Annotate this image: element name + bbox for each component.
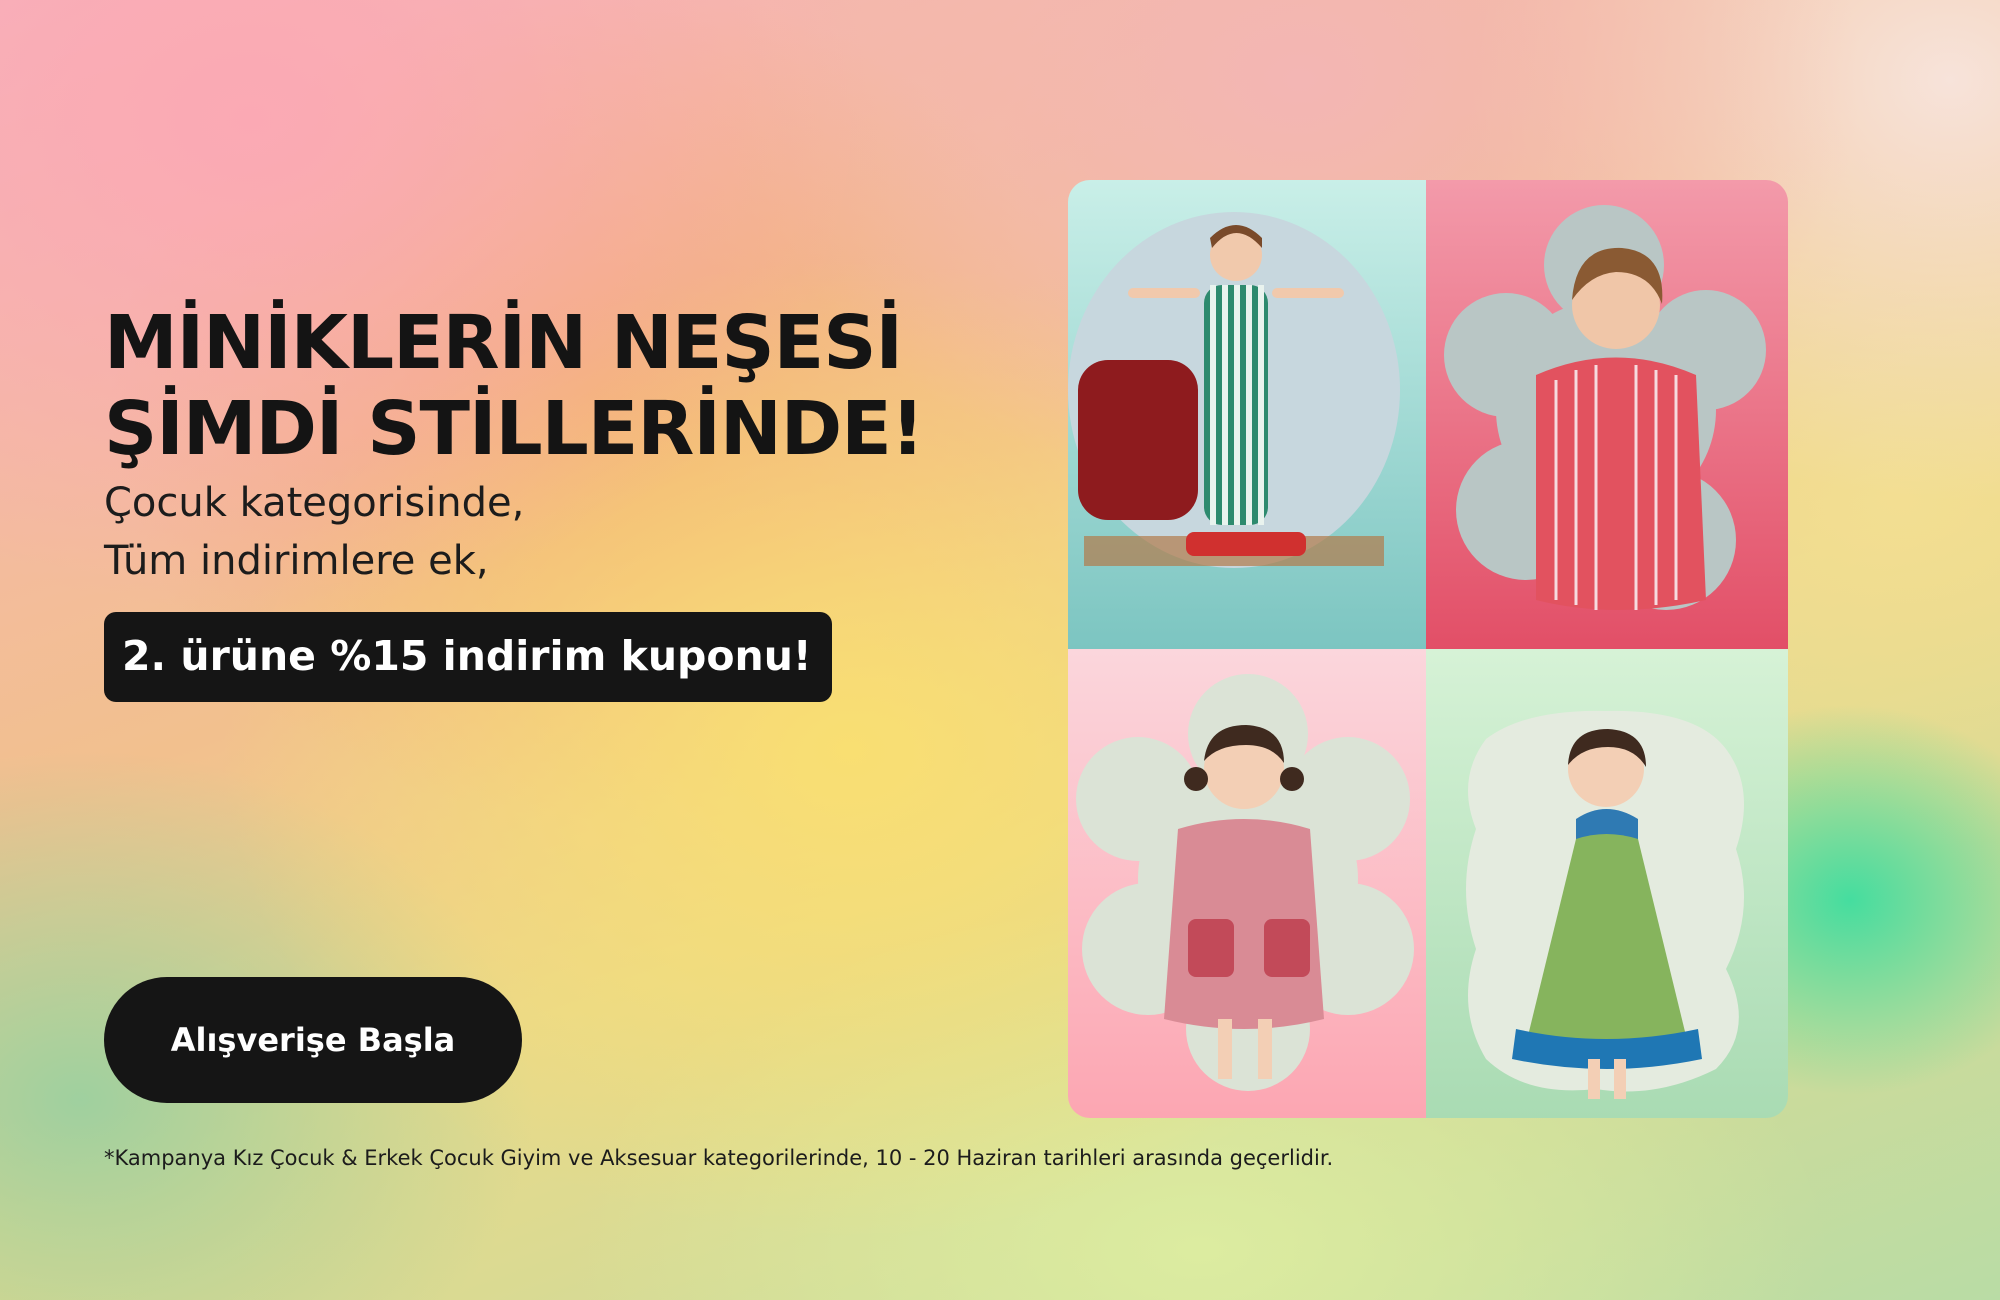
child-green-dress-image [1466,710,1744,1099]
photo-tile-striped-jumpsuit[interactable] [1068,180,1426,649]
subline-1: Çocuk kategorisinde, [104,480,525,526]
coupon-badge: 2. ürüne %15 indirim kuponu! [104,612,832,702]
product-photo-grid[interactable] [1068,180,1788,1118]
child-pink-dress-image [1076,674,1414,1091]
start-shopping-button[interactable]: Alışverişe Başla [104,977,522,1103]
hero-text-block: MİNİKLERİN NEŞESİ ŞİMDİ STİLLERİNDE! Çoc… [104,300,1004,702]
subline-2: Tüm indirimlere ek, [104,538,489,584]
photo-tile-striped-shirt[interactable] [1426,180,1788,649]
photo-tile-green-dress[interactable] [1426,649,1788,1118]
subline: Çocuk kategorisinde, Tüm indirimlere ek, [104,474,1004,590]
photo-tile-pink-dress[interactable] [1068,649,1426,1118]
child-jumpsuit-image [1068,212,1400,568]
headline-line-1: MİNİKLERİN NEŞESİ [104,300,903,386]
campaign-footnote: *Kampanya Kız Çocuk & Erkek Çocuk Giyim … [104,1146,1334,1170]
headline: MİNİKLERİN NEŞESİ ŞİMDİ STİLLERİNDE! [104,300,1004,472]
child-shirt-image [1444,205,1766,610]
headline-line-2: ŞİMDİ STİLLERİNDE! [104,386,925,472]
